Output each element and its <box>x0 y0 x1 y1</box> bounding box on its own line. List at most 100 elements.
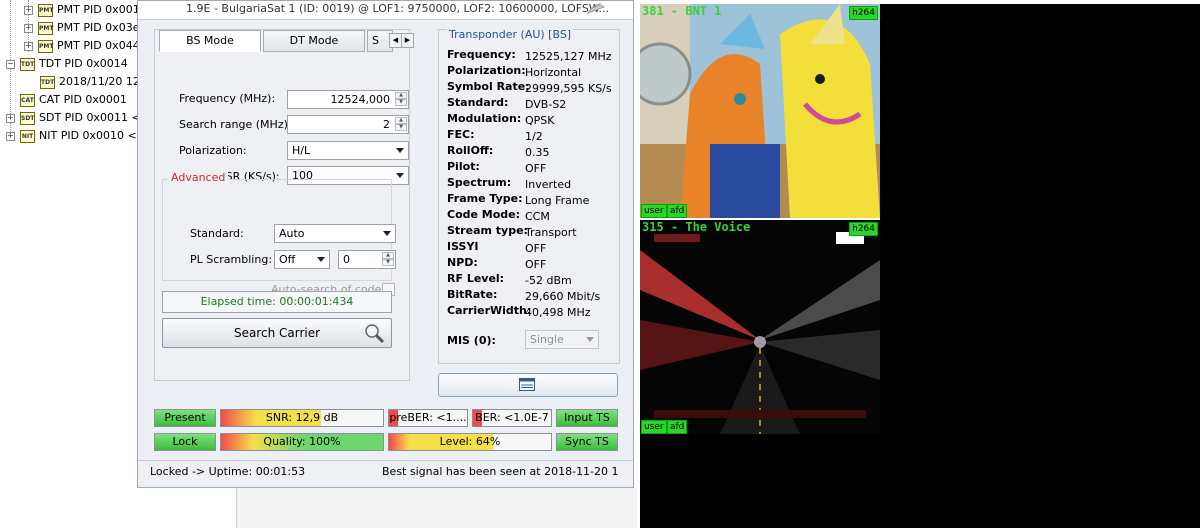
transponder-field-label: RollOff: <box>447 144 494 157</box>
transponder-field-label: Frequency: <box>447 48 516 61</box>
polarization-select[interactable]: H/L <box>287 141 409 160</box>
expand-icon[interactable]: + <box>24 6 33 15</box>
tab-bs-mode[interactable]: BS Mode <box>159 30 261 52</box>
mis-value: Single <box>530 333 564 346</box>
pid-tree: + PMT PMT PID 0x001 + PMT PMT PID 0x03e + … <box>0 0 151 528</box>
mis-select[interactable]: Single <box>525 330 599 349</box>
pmt-icon: PMT <box>38 3 53 17</box>
input-ts-label: Input TS <box>564 411 610 424</box>
quality-meter: Quality: 100% <box>220 433 384 451</box>
user-badge-2: user <box>641 420 667 434</box>
advanced-title: Advanced <box>168 171 229 184</box>
standard-select[interactable]: Auto <box>274 224 396 243</box>
transponder-field-label: FEC: <box>447 128 475 141</box>
channel-2-label: 315 - The Voice <box>642 220 751 234</box>
afd-badge-1: afd <box>667 204 688 218</box>
transponder-field-value: 29,660 Mbit/s <box>525 290 601 303</box>
blind-scan-window: 1.9E - BulgariaSat 1 (ID: 0019) @ LOF1: … <box>137 0 634 488</box>
tree-item-pmt-3[interactable]: + PMT PMT PID 0x044 <box>24 38 140 54</box>
video-background-bottom <box>640 434 880 528</box>
transponder-field-value: DVB-S2 <box>525 98 567 111</box>
standard-value: Auto <box>279 227 305 240</box>
tree-item-sdt[interactable]: + SDT SDT PID 0x0011 <2 <box>6 110 148 126</box>
chevron-down-icon <box>586 337 594 342</box>
collapse-icon[interactable]: − <box>6 60 15 69</box>
cat-icon: CAT <box>20 93 35 107</box>
expand-icon[interactable]: + <box>24 42 33 51</box>
polarization-value: H/L <box>292 144 311 157</box>
tdt-icon: TDT <box>40 75 55 89</box>
window-titlebar[interactable]: 1.9E - BulgariaSat 1 (ID: 0019) @ LOF1: … <box>138 1 633 20</box>
search-icon <box>365 324 385 344</box>
tab-scroll-right-icon[interactable]: ▶ <box>401 33 414 48</box>
tree-item-cat[interactable]: CAT CAT PID 0x0001 <box>20 92 127 108</box>
transponder-field-value: Transport <box>525 226 577 239</box>
transponder-field-value: OFF <box>525 162 547 175</box>
tree-item-label: PMT PID 0x044 <box>57 39 140 52</box>
status-best-signal: Best signal has been seen at 2018-11-20 … <box>382 465 618 478</box>
chevron-down-icon <box>317 257 325 262</box>
expand-icon[interactable]: + <box>6 132 15 141</box>
transponder-field-label: BitRate: <box>447 288 498 301</box>
tree-item-tdt-date[interactable]: TDT 2018/11/20 12:4 <box>40 74 151 90</box>
sync-ts-label: Sync TS <box>565 435 609 448</box>
up-arrow-icon[interactable]: ▲ <box>382 252 394 259</box>
transponder-field-value: Long Frame <box>525 194 590 207</box>
tab-dt-mode[interactable]: DT Mode <box>263 30 365 52</box>
down-arrow-icon[interactable]: ▼ <box>382 259 394 266</box>
pmt-icon: PMT <box>38 39 53 53</box>
frequency-stepper[interactable]: ▲ ▼ <box>395 92 407 107</box>
down-arrow-icon[interactable]: ▼ <box>395 99 407 106</box>
search-carrier-button[interactable]: Search Carrier <box>162 318 392 348</box>
transponder-field-value: 1/2 <box>525 130 543 143</box>
lock-label: Lock <box>172 435 198 448</box>
standard-label: Standard: <box>190 227 244 240</box>
up-arrow-icon[interactable]: ▲ <box>395 117 407 124</box>
pl-code-input[interactable]: 0 ▲ ▼ <box>338 250 396 269</box>
transponder-field-value: 0.35 <box>525 146 550 159</box>
down-arrow-icon[interactable]: ▼ <box>395 124 407 131</box>
snr-label: SNR: 12,9 dB <box>265 411 339 424</box>
tree-item-label: PMT PID 0x001 <box>57 3 140 16</box>
search-range-value: 2 <box>383 118 390 131</box>
expand-icon[interactable]: + <box>6 114 15 123</box>
tree-item-label: PMT PID 0x03e <box>57 21 140 34</box>
tree-item-label: SDT PID 0x0011 <2 <box>39 111 148 124</box>
video-preview-2[interactable]: 315 - The Voice h264 user afd <box>640 220 880 434</box>
window-title: 1.9E - BulgariaSat 1 (ID: 0019) @ LOF1: … <box>186 2 609 15</box>
search-range-input[interactable]: 2 ▲ ▼ <box>287 115 409 134</box>
preber-meter: preBER: <1.... <box>388 409 468 427</box>
pl-code-stepper[interactable]: ▲ ▼ <box>382 252 394 267</box>
transponder-field-value: OFF <box>525 258 547 271</box>
search-carrier-label: Search Carrier <box>233 326 321 340</box>
transponder-field-value: -52 dBm <box>525 274 572 287</box>
tree-item-pmt-2[interactable]: + PMT PMT PID 0x03e <box>24 20 139 36</box>
codec-badge-2: h264 <box>849 222 878 236</box>
search-range-stepper[interactable]: ▲ ▼ <box>395 117 407 132</box>
tree-item-tdt[interactable]: − TDT TDT PID 0x0014 <box>6 56 128 72</box>
pl-scrambling-select[interactable]: Off <box>274 250 330 269</box>
ber-label: BER: <1.0E-7 <box>475 411 549 424</box>
window-icon <box>519 378 535 391</box>
transponder-field-label: Frame Type: <box>447 192 523 205</box>
spectrum-view-button[interactable] <box>438 373 618 397</box>
frequency-input[interactable]: 12524,000 ▲ ▼ <box>287 90 409 109</box>
frequency-value: 12524,000 <box>330 93 391 106</box>
pl-code-value: 0 <box>343 253 350 266</box>
transponder-field-label: Standard: <box>447 96 509 109</box>
transponder-field-value: 40,498 MHz <box>525 306 591 319</box>
nit-icon: NIT <box>20 129 35 143</box>
transponder-field-label: RF Level: <box>447 272 505 285</box>
transponder-field-value: 12525,127 MHz <box>525 50 612 63</box>
transponder-field-label: ISSYI <box>447 240 479 253</box>
expand-icon[interactable]: + <box>24 24 33 33</box>
tree-item-pmt-1[interactable]: + PMT PMT PID 0x001 <box>24 2 140 18</box>
up-arrow-icon[interactable]: ▲ <box>395 92 407 99</box>
transponder-field-label: Code Mode: <box>447 208 521 221</box>
video-preview-1[interactable]: 381 - BNT 1 h264 user afd <box>640 4 880 218</box>
tree-item-nit[interactable]: + NIT NIT PID 0x0010 <1: <box>6 128 147 144</box>
elapsed-time: Elapsed time: 00:00:01:434 <box>162 291 392 313</box>
tree-item-label: NIT PID 0x0010 <1: <box>39 129 148 142</box>
transponder-field-label: CarrierWidth: <box>447 304 532 317</box>
sync-ts-indicator: Sync TS <box>556 433 618 451</box>
